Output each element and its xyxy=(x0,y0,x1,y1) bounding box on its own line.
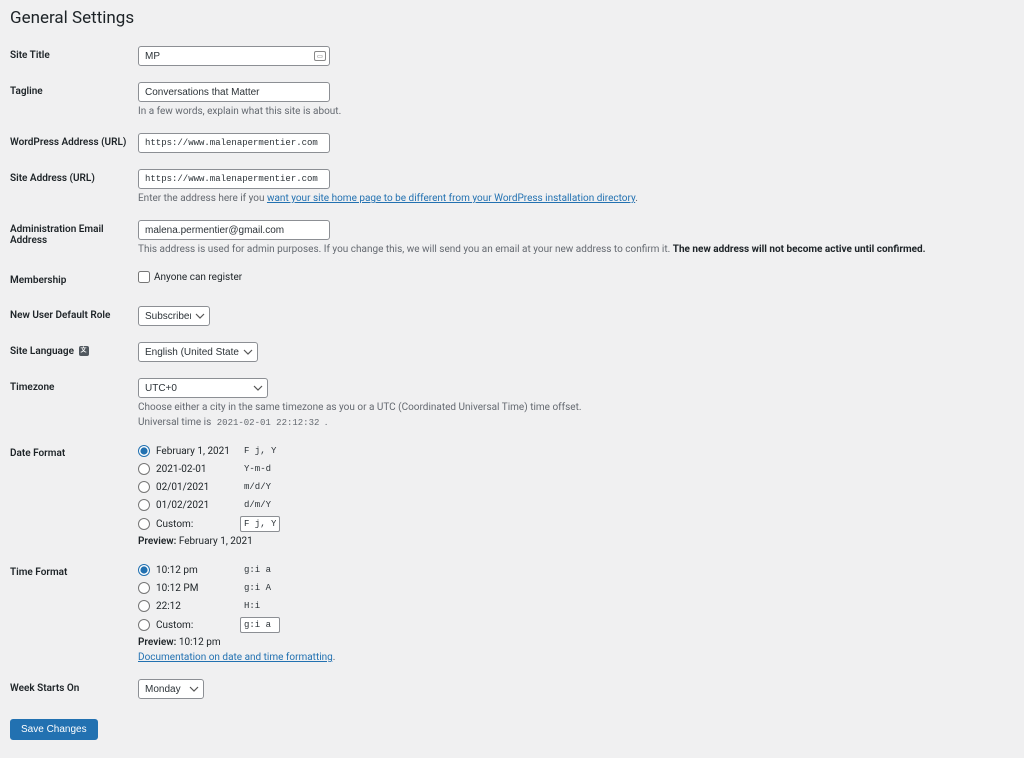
time-format-fieldset: 10:12 pm g:i a 10:12 PM g:i A 22:12 H:i xyxy=(138,563,1004,617)
date-format-fieldset: February 1, 2021 F j, Y 2021-02-01 Y-m-d 02/… xyxy=(138,444,1004,516)
date-format-radio[interactable] xyxy=(138,445,150,457)
new-user-role-select[interactable]: Subscriber xyxy=(138,306,210,326)
time-format-radio[interactable] xyxy=(138,582,150,594)
site-url-input[interactable] xyxy=(138,169,330,189)
label-admin-email: Administration Email Address xyxy=(10,212,138,263)
label-wp-url: WordPress Address (URL) xyxy=(10,125,138,161)
date-format-custom-input[interactable] xyxy=(240,516,280,532)
membership-option-label: Anyone can register xyxy=(154,272,242,283)
date-format-example: 2021-02-01 xyxy=(156,464,234,475)
admin-email-help: This address is used for admin purposes.… xyxy=(138,244,1004,255)
timezone-select[interactable]: UTC+0 xyxy=(138,378,268,398)
date-format-code: m/d/Y xyxy=(240,480,275,494)
datetime-doc-link[interactable]: Documentation on date and time formattin… xyxy=(138,652,333,663)
date-format-code: Y-m-d xyxy=(240,462,275,476)
label-week-starts: Week Starts On xyxy=(10,671,138,707)
translate-icon: 文 xyxy=(79,346,89,356)
time-format-code: g:i A xyxy=(240,581,275,595)
tagline-input[interactable] xyxy=(138,82,330,102)
label-site-language: Site Language 文 xyxy=(10,334,138,370)
time-format-radio[interactable] xyxy=(138,600,150,612)
date-format-radio[interactable] xyxy=(138,499,150,511)
date-format-example: 01/02/2021 xyxy=(156,500,234,511)
site-url-help-link[interactable]: want your site home page to be different… xyxy=(267,193,635,204)
time-format-radio[interactable] xyxy=(138,564,150,576)
label-membership: Membership xyxy=(10,263,138,298)
time-format-preview: Preview: 10:12 pm xyxy=(138,637,1004,648)
tagline-help: In a few words, explain what this site i… xyxy=(138,106,1004,117)
date-format-preview: Preview: February 1, 2021 xyxy=(138,536,1004,547)
membership-checkbox[interactable] xyxy=(138,271,150,283)
label-tagline: Tagline xyxy=(10,74,138,125)
time-format-code: g:i a xyxy=(240,563,275,577)
site-url-help: Enter the address here if you want your … xyxy=(138,193,1004,204)
label-new-user-role: New User Default Role xyxy=(10,298,138,334)
site-language-select[interactable]: English (United States) xyxy=(138,342,258,362)
label-time-format: Time Format xyxy=(10,555,138,671)
timezone-help: Choose either a city in the same timezon… xyxy=(138,402,1004,413)
week-starts-select[interactable]: Monday xyxy=(138,679,204,699)
label-timezone: Timezone xyxy=(10,370,138,436)
time-format-custom-radio[interactable] xyxy=(138,619,150,631)
date-format-code: d/m/Y xyxy=(240,498,275,512)
date-format-custom-radio[interactable] xyxy=(138,518,150,530)
universal-time: Universal time is 2021-02-01 22:12:32 . xyxy=(138,417,1004,428)
label-date-format: Date Format xyxy=(10,436,138,555)
date-format-code: F j, Y xyxy=(240,444,280,458)
membership-option[interactable]: Anyone can register xyxy=(138,271,1004,283)
save-changes-button[interactable]: Save Changes xyxy=(10,719,98,740)
time-format-example: 10:12 PM xyxy=(156,583,234,594)
time-format-custom-input[interactable] xyxy=(240,617,280,633)
date-format-example: February 1, 2021 xyxy=(156,446,234,457)
time-format-example: 22:12 xyxy=(156,601,234,612)
wp-url-input[interactable] xyxy=(138,133,330,153)
time-format-code: H:i xyxy=(240,599,264,613)
site-title-input[interactable] xyxy=(138,46,330,66)
label-site-title: Site Title xyxy=(10,38,138,74)
date-format-example: 02/01/2021 xyxy=(156,482,234,493)
admin-email-input[interactable] xyxy=(138,220,330,240)
contact-card-icon: ▭ xyxy=(314,51,326,61)
date-format-custom-label: Custom: xyxy=(156,519,234,530)
time-format-example: 10:12 pm xyxy=(156,565,234,576)
date-format-radio[interactable] xyxy=(138,463,150,475)
label-site-url: Site Address (URL) xyxy=(10,161,138,212)
time-format-custom-label: Custom: xyxy=(156,620,234,631)
date-format-radio[interactable] xyxy=(138,481,150,493)
page-title: General Settings xyxy=(10,8,1014,28)
